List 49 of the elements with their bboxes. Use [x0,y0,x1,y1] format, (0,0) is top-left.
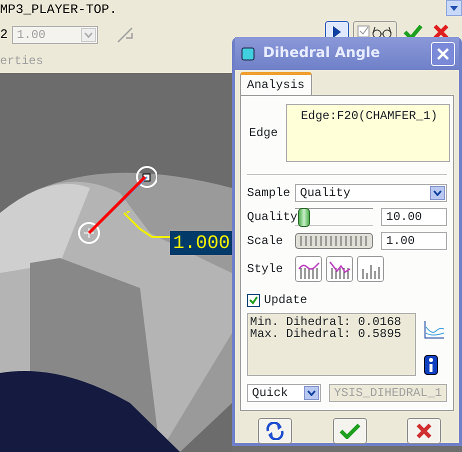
checkmark-icon [338,423,360,439]
sample-label: Sample [247,185,292,202]
line-chart-icon [424,321,444,340]
mode-dropdown[interactable]: Quick [247,384,321,402]
graph-button[interactable] [424,321,444,340]
caret-icon [450,6,458,10]
close-button[interactable] [431,42,455,66]
diagonal-arrow-icon [116,26,134,44]
bar-style-button[interactable] [357,256,384,282]
checkmark-icon [403,24,423,40]
section-label: erties [0,53,44,70]
scale-thumbwheel[interactable] [295,233,373,250]
edge-label: Edge [249,125,278,142]
quality-label: Quality [247,209,295,226]
result-line: Min. Dihedral: 0.0168 [250,316,402,328]
scroll-arrow-button[interactable] [446,0,462,16]
scale-label: Scale [247,233,284,250]
dimension-label: 1.000 [170,231,234,255]
info-icon [424,355,438,376]
refresh-icon [265,422,285,440]
caret-icon [306,390,316,396]
dialog-title: Dihedral Angle [263,44,382,63]
curve-style-button[interactable] [295,256,322,282]
checkmark-icon [249,296,258,305]
quality-slider-thumb[interactable] [298,208,310,228]
update-checkbox[interactable] [247,294,260,307]
window-icon [241,46,255,60]
style-label: Style [247,261,284,278]
edge-selection-field[interactable]: Edge:F20(CHAMFER_1) [286,104,450,162]
zigzag-graph-icon [328,259,350,280]
row-label: 2 [0,26,8,44]
close-icon [433,24,449,40]
sample-dropdown[interactable]: Quality [295,184,447,202]
cancel-button[interactable] [407,418,441,444]
analysis-tab[interactable]: Analysis [240,72,312,95]
close-icon [437,48,449,60]
repeat-button[interactable] [258,418,292,444]
caret-icon [433,190,442,196]
zigzag-style-button[interactable] [326,256,353,282]
result-line: Max. Dihedral: 0.5895 [250,328,402,340]
ok-button[interactable] [332,418,366,444]
checkbox-glasses-icon [357,25,393,39]
quality-input[interactable]: 10.00 [381,208,447,226]
caret-icon [84,32,93,38]
close-icon [416,423,432,439]
play-icon [332,26,342,38]
scale-input[interactable]: 1.00 [381,232,447,250]
update-label: Update [264,292,308,310]
model-name-text: MP3_PLAYER-TOP. [0,1,118,19]
